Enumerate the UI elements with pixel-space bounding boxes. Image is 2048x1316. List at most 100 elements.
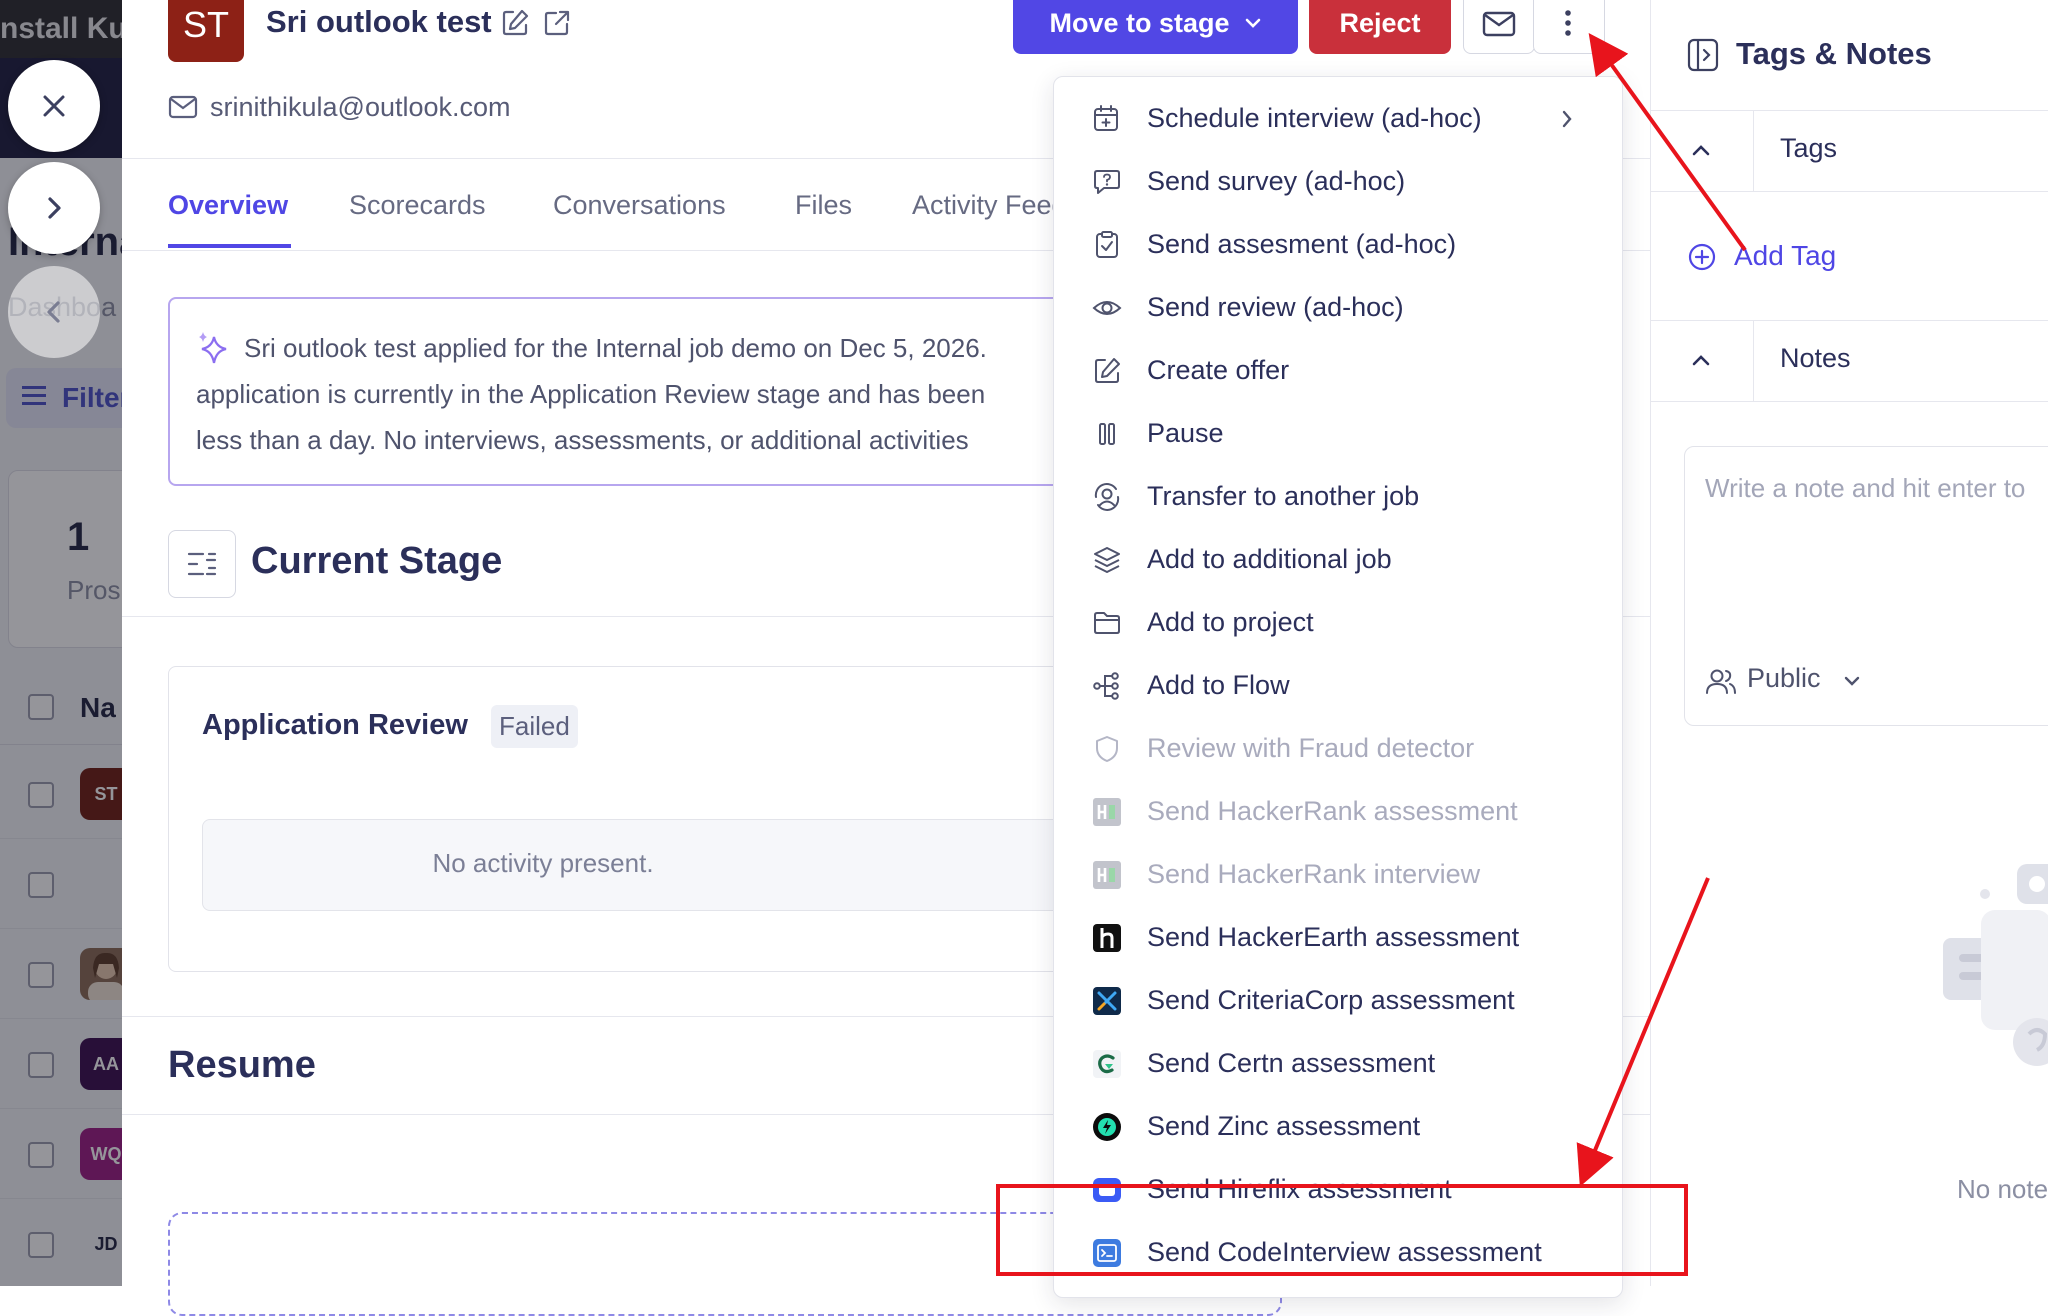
note-input[interactable]: Write a note and hit enter to Public: [1684, 446, 2048, 726]
codeinterview-logo-icon: [1093, 1239, 1121, 1267]
tab-overview[interactable]: Overview: [168, 190, 288, 221]
hireflix-logo-icon: [1093, 1178, 1121, 1202]
chevron-up-icon: [1692, 145, 1710, 156]
tab-files[interactable]: Files: [795, 190, 852, 221]
move-to-stage-button[interactable]: Move to stage: [1013, 0, 1298, 54]
flow-icon: [1093, 672, 1119, 700]
plus-circle-icon[interactable]: [1687, 242, 1717, 272]
menu-item-add-additional-job[interactable]: Add to additional job: [1054, 530, 1622, 590]
more-vertical-icon: [1565, 10, 1571, 36]
next-candidate-button[interactable]: [8, 162, 100, 254]
eye-icon: [1092, 301, 1122, 315]
menu-item-label: Transfer to another job: [1147, 481, 1420, 511]
layers-icon: [1094, 547, 1120, 573]
empty-activity-text: No activity present.: [432, 848, 654, 878]
chevron-right-icon: [1562, 110, 1572, 128]
panel-collapse-icon[interactable]: [1687, 38, 1719, 72]
summary-line-2: application is currently in the Applicat…: [196, 379, 986, 409]
close-drawer-button[interactable]: [8, 60, 100, 152]
menu-item-certn-assessment[interactable]: Send Certn assessment: [1054, 1034, 1622, 1094]
close-icon: [43, 95, 65, 117]
pause-icon: [1099, 423, 1115, 445]
divider: [1753, 321, 1754, 401]
tags-section-header[interactable]: Tags: [1651, 110, 2048, 192]
menu-item-schedule-interview[interactable]: Schedule interview (ad-hoc): [1054, 89, 1622, 149]
user-transfer-icon: [1094, 483, 1120, 511]
tags-notes-title: Tags & Notes: [1736, 36, 1932, 71]
candidate-avatar: ST: [168, 0, 244, 62]
menu-item-codeinterview-assessment[interactable]: Send CodeInterview assessment: [1054, 1223, 1622, 1283]
tab-conversations[interactable]: Conversations: [553, 190, 726, 221]
tags-label: Tags: [1780, 133, 1838, 163]
menu-item-send-assessment[interactable]: Send assesment (ad-hoc): [1054, 215, 1622, 275]
menu-item-transfer-job[interactable]: Transfer to another job: [1054, 467, 1622, 527]
menu-item-create-offer[interactable]: Create offer: [1054, 341, 1622, 401]
notes-section-header[interactable]: Notes: [1651, 320, 2048, 402]
menu-item-label: Send HackerEarth assessment: [1147, 922, 1520, 952]
certn-logo-icon: [1093, 1050, 1121, 1078]
status-badge: Failed: [491, 705, 578, 748]
divider: [1753, 111, 1754, 191]
menu-item-label: Pause: [1147, 418, 1224, 448]
external-link-icon[interactable]: [542, 8, 572, 38]
chat-question-icon: [1094, 170, 1120, 194]
mail-icon: [1482, 11, 1516, 37]
send-email-button[interactable]: [1463, 0, 1535, 54]
menu-item-hackerearth-assessment[interactable]: Send HackerEarth assessment: [1054, 908, 1622, 968]
menu-item-hireflix-assessment[interactable]: Send Hireflix assessment: [1054, 1160, 1622, 1220]
more-actions-button[interactable]: [1533, 0, 1605, 54]
menu-item-add-to-project[interactable]: Add to project: [1054, 593, 1622, 653]
current-stage-title: Current Stage: [251, 540, 503, 582]
menu-item-label: Add to project: [1147, 607, 1314, 637]
candidate-email[interactable]: srinithikula@outlook.com: [210, 92, 511, 123]
menu-item-fraud-detector: Review with Fraud detector: [1054, 719, 1622, 779]
menu-item-label: Review with Fraud detector: [1147, 733, 1475, 763]
menu-item-pause[interactable]: Pause: [1054, 404, 1622, 464]
tags-notes-panel: Tags & Notes Tags Add Tag Notes Write a …: [1650, 0, 2048, 1286]
edit-icon[interactable]: [500, 8, 530, 38]
summary-line-1: Sri outlook test applied for the Interna…: [244, 333, 987, 363]
clipboard-check-icon: [1096, 231, 1118, 258]
previous-candidate-button[interactable]: [8, 266, 100, 358]
visibility-select[interactable]: Public: [1747, 663, 1821, 694]
list-icon: [187, 552, 217, 576]
chevron-left-icon: [47, 301, 60, 323]
menu-item-send-survey[interactable]: Send survey (ad-hoc): [1054, 152, 1622, 212]
hackerrank-logo-icon: [1093, 861, 1121, 889]
resume-title: Resume: [168, 1044, 316, 1086]
note-placeholder: Write a note and hit enter to: [1705, 473, 2026, 503]
criteriacorp-logo-icon: [1093, 987, 1121, 1015]
menu-item-label: Schedule interview (ad-hoc): [1147, 103, 1482, 133]
menu-item-add-to-flow[interactable]: Add to Flow: [1054, 656, 1622, 716]
menu-item-hackerrank-interview: Send HackerRank interview: [1054, 845, 1622, 905]
hackerrank-logo-icon: [1093, 798, 1121, 826]
menu-item-label: Add to additional job: [1147, 544, 1392, 574]
notes-label: Notes: [1780, 343, 1851, 373]
menu-item-label: Send survey (ad-hoc): [1147, 166, 1406, 196]
menu-item-send-review[interactable]: Send review (ad-hoc): [1054, 278, 1622, 338]
menu-item-hackerrank-assessment: Send HackerRank assessment: [1054, 782, 1622, 842]
sparkle-icon: [199, 332, 227, 364]
calendar-plus-icon: [1094, 105, 1118, 131]
reject-button[interactable]: Reject: [1309, 0, 1451, 54]
menu-item-criteriacorp-assessment[interactable]: Send CriteriaCorp assessment: [1054, 971, 1622, 1031]
menu-item-label: Create offer: [1147, 355, 1290, 385]
empty-notes-illustration-icon: [1943, 864, 2048, 1066]
menu-item-label: Send assesment (ad-hoc): [1147, 229, 1457, 259]
more-actions-menu: Schedule interview (ad-hoc) Send survey …: [1053, 76, 1623, 1298]
candidate-name: Sri outlook test: [266, 4, 492, 39]
tab-activity-feed[interactable]: Activity Feed: [912, 190, 1067, 221]
tab-scorecards[interactable]: Scorecards: [349, 190, 486, 221]
edit-icon: [1095, 358, 1120, 383]
mail-icon: [168, 95, 198, 119]
add-tag-button[interactable]: Add Tag: [1734, 240, 1836, 272]
active-tab-indicator: [168, 244, 291, 248]
menu-item-zinc-assessment[interactable]: Send Zinc assessment: [1054, 1097, 1622, 1157]
folder-icon: [1094, 612, 1120, 634]
chevron-down-icon: [1245, 18, 1260, 28]
zinc-logo-icon: [1093, 1113, 1121, 1141]
menu-item-label: Send Zinc assessment: [1147, 1111, 1421, 1141]
menu-item-label: Send HackerRank interview: [1147, 859, 1481, 889]
menu-item-label: Send Certn assessment: [1147, 1048, 1436, 1078]
stage-name: Application Review: [202, 709, 468, 741]
